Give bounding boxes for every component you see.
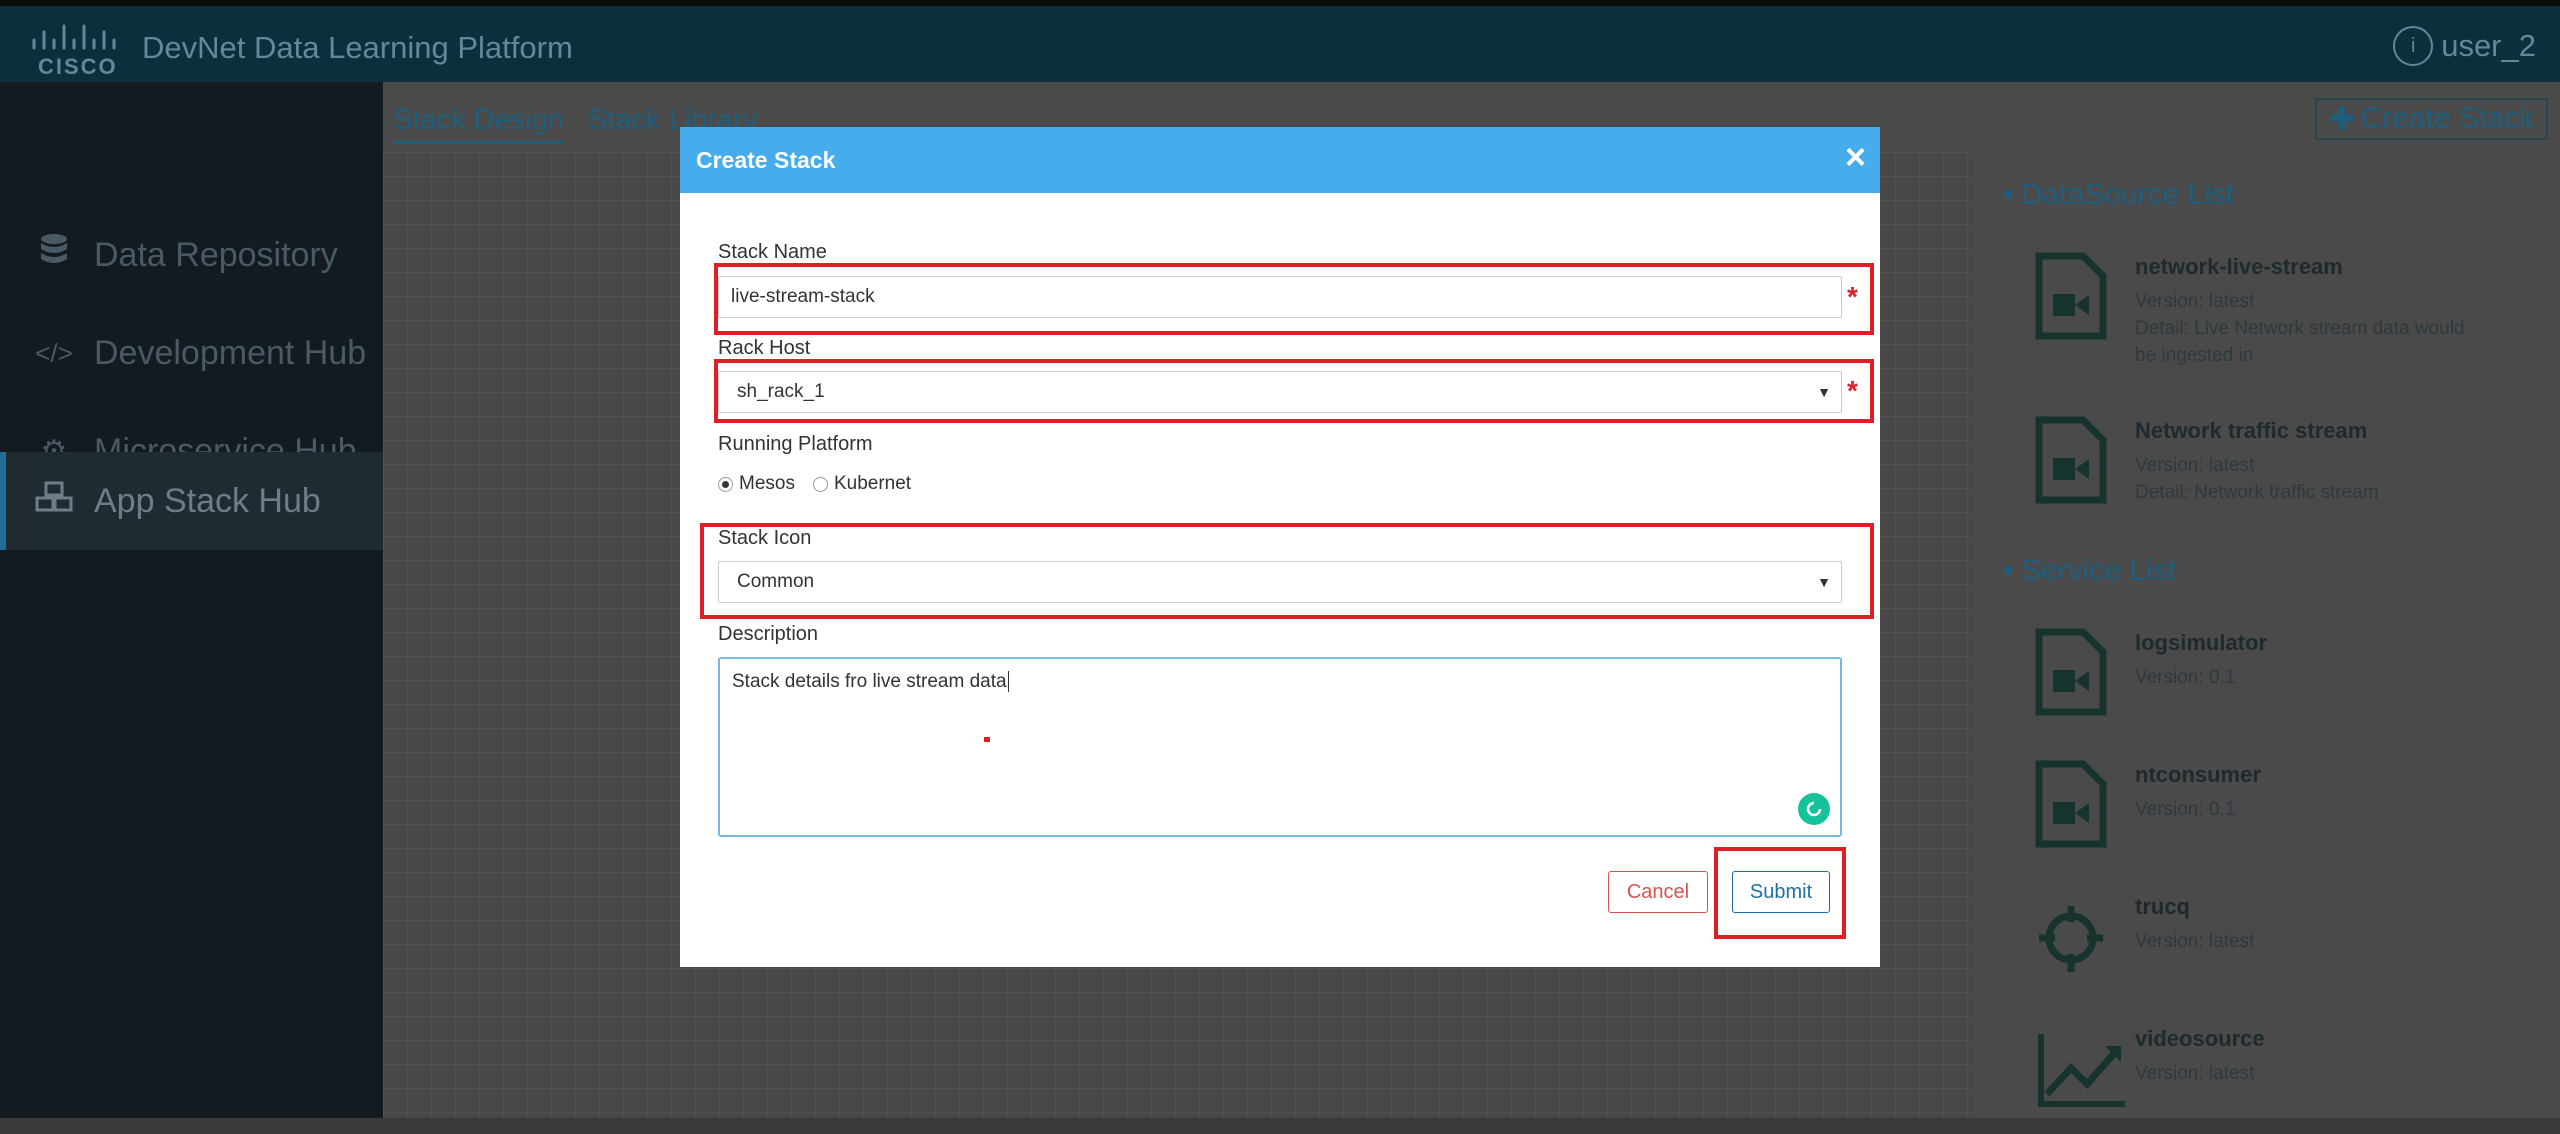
service-item[interactable]: logsimulator Version: 0.1 [2035,628,2555,738]
stack-icon-select[interactable]: Common ▼ [718,561,1842,603]
rack-host-select[interactable]: sh_rack_1 ▼ [718,371,1842,413]
radio-kubernet[interactable] [812,476,828,492]
stack-name-input[interactable]: live-stream-stack [718,276,1842,318]
required-mark: * [1847,281,1858,312]
service-version: Version: 0.1 [2135,799,2236,820]
svg-text:CISCO: CISCO [38,54,118,78]
video-file-icon [2035,628,2107,716]
service-version: Version: 0.1 [2135,667,2236,688]
tab-stack-design[interactable]: Stack Design [393,104,564,144]
caret-down-icon: ▼ [1817,384,1831,400]
datasource-version: Version: latest [2135,291,2255,312]
datasource-list-title: DataSource List [2020,178,2235,211]
stack-icon-value: Common [737,571,815,592]
sidebar-item-development-hub[interactable]: </> Development Hub [0,304,383,402]
close-icon[interactable]: × [1845,139,1866,175]
stack-name-label: Stack Name [718,241,827,263]
sidebar-item-label: App Stack Hub [94,481,321,520]
text-cursor [1007,671,1009,692]
info-icon: i [2393,26,2434,66]
service-list-title: Service List [2020,554,2176,587]
rack-host-label: Rack Host [718,337,811,359]
modal-header: Create Stack × [680,127,1880,193]
service-version: Version: latest [2135,1063,2255,1084]
datasource-meta: Version: latest Detail: Live Network str… [2135,288,2475,369]
video-file-icon [2035,416,2107,504]
submit-button[interactable]: Submit [1732,871,1830,913]
datasource-name: network-live-stream [2135,254,2343,279]
cubes-icon [34,481,74,521]
trend-chart-icon [2038,1034,2125,1107]
required-mark: * [1847,375,1858,406]
radio-kubernet-label: Kubernet [833,473,912,494]
create-stack-label: Create Stack [2360,102,2534,135]
service-item[interactable]: trucq Version: latest [2035,892,2555,1002]
user-menu[interactable]: i user_2 [2393,26,2536,66]
sidebar-item-data-repository[interactable]: Data Repository [0,206,383,304]
user-name: user_2 [2441,28,2536,63]
create-stack-button[interactable]: ✚ Create Stack [2315,98,2548,140]
description-text: Stack details fro live stream data [732,671,1007,692]
caret-down-icon: ▼ [1999,184,2017,205]
service-item[interactable]: ntconsumer Version: 0.1 [2035,760,2555,870]
running-platform-label: Running Platform [718,433,873,455]
description-label: Description [718,623,819,645]
service-name: trucq [2135,894,2190,919]
datasource-meta: Version: latest Detail: Network traffic … [2135,452,2475,506]
radio-mesos-label: Mesos [739,473,795,494]
sidebar-item-label: Development Hub [94,333,367,372]
description-textarea[interactable]: Stack details fro live stream data [718,657,1842,837]
modal-title: Create Stack [696,147,836,173]
plus-icon: ✚ [2329,102,2355,136]
code-icon: </> [35,337,73,368]
sidebar: Data Repository </> Development Hub ⚙ Mi… [0,82,383,1118]
cisco-logo: CISCO [32,24,118,78]
rack-host-value: sh_rack_1 [737,381,825,402]
annotation-marker [984,737,990,742]
sidebar-item-label: Data Repository [94,235,338,274]
database-icon [34,234,74,276]
video-file-icon [2035,760,2107,848]
datasource-item[interactable]: network-live-stream Version: latest Deta… [2035,252,2555,366]
radio-mesos[interactable] [718,476,733,492]
app-title: DevNet Data Learning Platform [142,30,573,65]
datasource-version: Version: latest [2135,455,2255,476]
service-version: Version: latest [2135,931,2255,952]
service-name: ntconsumer [2135,762,2261,787]
service-name: logsimulator [2135,630,2268,655]
datasource-detail: Detail: Live Network stream data would b… [2135,318,2465,366]
datasource-detail: Detail: Network traffic stream [2135,482,2379,503]
top-bar: CISCO DevNet Data Learning Platform i us… [0,0,2560,82]
datasource-name: Network traffic stream [2135,418,2368,443]
service-list-toggle[interactable]: ▼ Service List [1999,554,2176,588]
platform-radio-group: Mesos Kubernet [718,473,911,495]
caret-down-icon: ▼ [1817,574,1831,590]
sidebar-item-app-stack-hub[interactable]: App Stack Hub [0,452,383,550]
cancel-button[interactable]: Cancel [1608,871,1708,913]
crosshair-icon [2039,906,2103,972]
datasource-list-toggle[interactable]: ▼ DataSource List [1999,178,2234,212]
service-name: videosource [2135,1026,2265,1051]
stack-icon-label: Stack Icon [718,527,812,549]
create-stack-modal: Create Stack × Stack Name live-stream-st… [680,127,1880,967]
caret-down-icon: ▼ [1999,560,2017,581]
datasource-item[interactable]: Network traffic stream Version: latest D… [2035,416,2555,526]
grammar-check-icon[interactable] [1798,793,1830,825]
video-file-icon [2035,252,2107,340]
